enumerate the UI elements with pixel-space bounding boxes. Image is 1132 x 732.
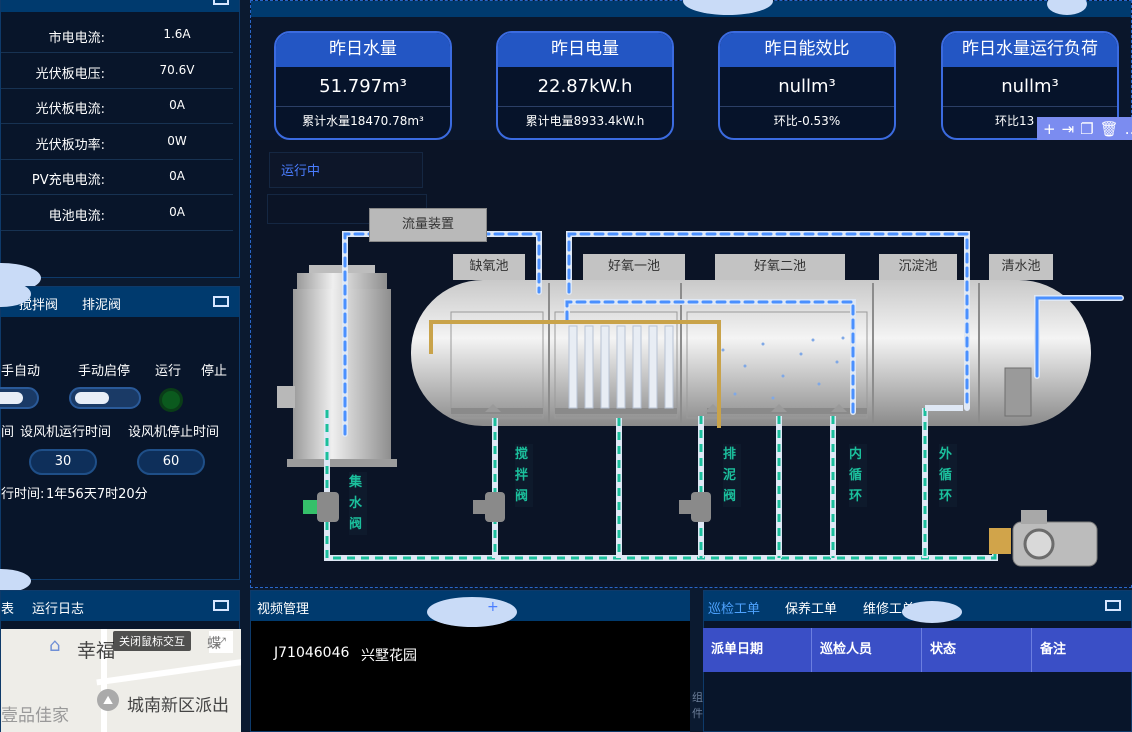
map-panel: 表 运行日志 ⌂ 幸福 关闭鼠标交互 ⤢ 蝶 ⛰ 城南新区派出 壹品佳家	[0, 590, 241, 732]
valve-label-outer-loop: 外循环	[939, 444, 957, 507]
col-remark: 备注	[1040, 642, 1067, 657]
row-grid-current: 市电电流: 1.6A	[1, 17, 233, 53]
map-label-die: 蝶	[207, 636, 221, 652]
manual-start-header: 手动启停	[78, 364, 131, 379]
tab-inspection[interactable]: 巡检工单	[708, 598, 760, 617]
widget-toolbar: + ⇥ ❐ 🗑 …	[1037, 117, 1132, 141]
card-yesterday-efficiency: 昨日能效比 nullm³ 环比-0.53%	[718, 31, 896, 140]
map-label-xingfu: 幸福	[77, 640, 116, 662]
col-inspector: 巡检人员	[812, 628, 922, 672]
power-panel-header	[1, 0, 239, 12]
card-yesterday-water: 昨日水量 51.797m³ 累计水量18470.78m³	[274, 31, 452, 140]
fan-stop-time-label: 设风机停止时间	[128, 425, 220, 440]
maximize-icon[interactable]	[213, 0, 229, 5]
map-label-police: 城南新区派出	[127, 696, 229, 716]
tab-run-log[interactable]: 运行日志	[32, 598, 84, 617]
blower	[989, 510, 1098, 567]
row-pv-current: 光伏板电流: 0A	[1, 88, 233, 124]
run-indicator	[159, 388, 183, 412]
tab-alarm[interactable]: 表	[1, 598, 14, 617]
row-pv-charge-current: PV充电电流: 0A	[1, 159, 233, 195]
video-title: 视频管理	[257, 602, 310, 617]
side-strip-text: 组件	[692, 691, 703, 720]
add-icon[interactable]: +	[1043, 120, 1056, 138]
cloud-decoration	[902, 601, 962, 623]
runtime-label: 行时间:	[1, 487, 45, 502]
power-panel: 市电电流: 1.6A 光伏板电压: 70.6V 光伏板电流: 0A 光伏板功率: 0W …	[0, 0, 240, 293]
maximize-icon[interactable]	[1105, 600, 1121, 611]
video-device-id[interactable]: J71046046	[274, 645, 349, 661]
collection-column	[277, 265, 397, 467]
exit-icon[interactable]: ⇥	[1062, 120, 1075, 138]
manual-start-toggle[interactable]	[69, 387, 141, 409]
fan-run-time-input[interactable]: 30	[29, 449, 97, 475]
video-location[interactable]: 兴墅花园	[361, 645, 417, 665]
map-interaction-button[interactable]: 关闭鼠标交互	[113, 631, 191, 651]
process-diagram	[277, 231, 1124, 567]
map-view[interactable]: ⌂ 幸福 关闭鼠标交互 ⤢ 蝶 ⛰ 城南新区派出 壹品佳家	[1, 629, 241, 732]
tab-maintenance[interactable]: 保养工单	[785, 598, 837, 617]
side-strip: 组件	[690, 590, 703, 732]
row-pv-power: 光伏板功率: 0W	[1, 124, 233, 160]
row-pv-voltage: 光伏板电压: 70.6V	[1, 53, 233, 89]
map-road	[96, 658, 241, 686]
tab-sludge-valve[interactable]: 排泥阀	[82, 294, 121, 313]
workorder-table-header: 派单日期 巡检人员 状态 备注	[703, 628, 1132, 672]
valve-label-sludge: 排泥阀	[723, 444, 741, 507]
map-panel-header: 表 运行日志	[1, 591, 239, 621]
tank-label-aerobic-1: 好氧一池	[583, 254, 685, 280]
valve-label-stir: 搅拌阀	[515, 444, 533, 507]
valve-panel: 搅拌阀 排泥阀 手自动 手动启停 运行 停止 间 设风机运行时间 设风机停止时间…	[0, 281, 240, 593]
col-status: 状态	[922, 628, 1032, 672]
tank-label-aerobic-2: 好氧二池	[715, 254, 845, 280]
plus-icon: +	[487, 599, 499, 615]
dashboard: 市电电流: 1.6A 光伏板电压: 70.6V 光伏板电流: 0A 光伏板功率: 0W …	[0, 0, 1132, 732]
cloud-decoration	[427, 597, 517, 627]
delete-icon[interactable]: 🗑	[1100, 120, 1119, 138]
valve-panel-header: 搅拌阀 排泥阀	[1, 287, 239, 317]
video-panel: 视频管理 + J71046046 兴墅花园	[250, 590, 692, 732]
runtime-value: 1年56天7时20分	[46, 487, 148, 502]
maximize-icon[interactable]	[213, 296, 229, 307]
valve-label-collect: 集水阀	[349, 472, 367, 535]
maximize-icon[interactable]	[213, 600, 229, 611]
valve-label-inner-loop: 内循环	[849, 444, 867, 507]
stop-header: 停止	[201, 364, 228, 379]
fan-run-time-label: 设风机运行时间	[20, 425, 112, 440]
col-dispatch-date: 派单日期	[703, 628, 812, 672]
row-battery-current: 电池电流: 0A	[1, 195, 233, 231]
card-yesterday-power: 昨日电量 22.87kW.h 累计电量8933.4kW.h	[496, 31, 674, 140]
police-icon: ⛰	[97, 689, 119, 711]
fan-stop-time-input[interactable]: 60	[137, 449, 205, 475]
process-scene: 运行中 流量装置 缺氧池 好氧一池 好氧二池 沉淀池 清水池 集水阀 搅拌阀 排…	[253, 140, 1132, 584]
tank-label-anoxic: 缺氧池	[453, 254, 525, 280]
home-icon: ⌂	[49, 635, 61, 656]
run-header: 运行	[155, 364, 182, 379]
tank-label-sedimentation: 沉淀池	[879, 254, 957, 280]
flow-device-label: 流量装置	[369, 208, 487, 242]
tank-label-clear-water: 清水池	[989, 254, 1053, 280]
more-icon[interactable]: …	[1125, 120, 1132, 138]
map-label-yipin: 壹品佳家	[1, 706, 69, 726]
auto-manual-toggle[interactable]	[0, 387, 39, 409]
auto-manual-header: 手自动	[1, 364, 41, 379]
fan-run-partial-label: 间	[1, 425, 15, 440]
copy-icon[interactable]: ❐	[1080, 120, 1093, 138]
